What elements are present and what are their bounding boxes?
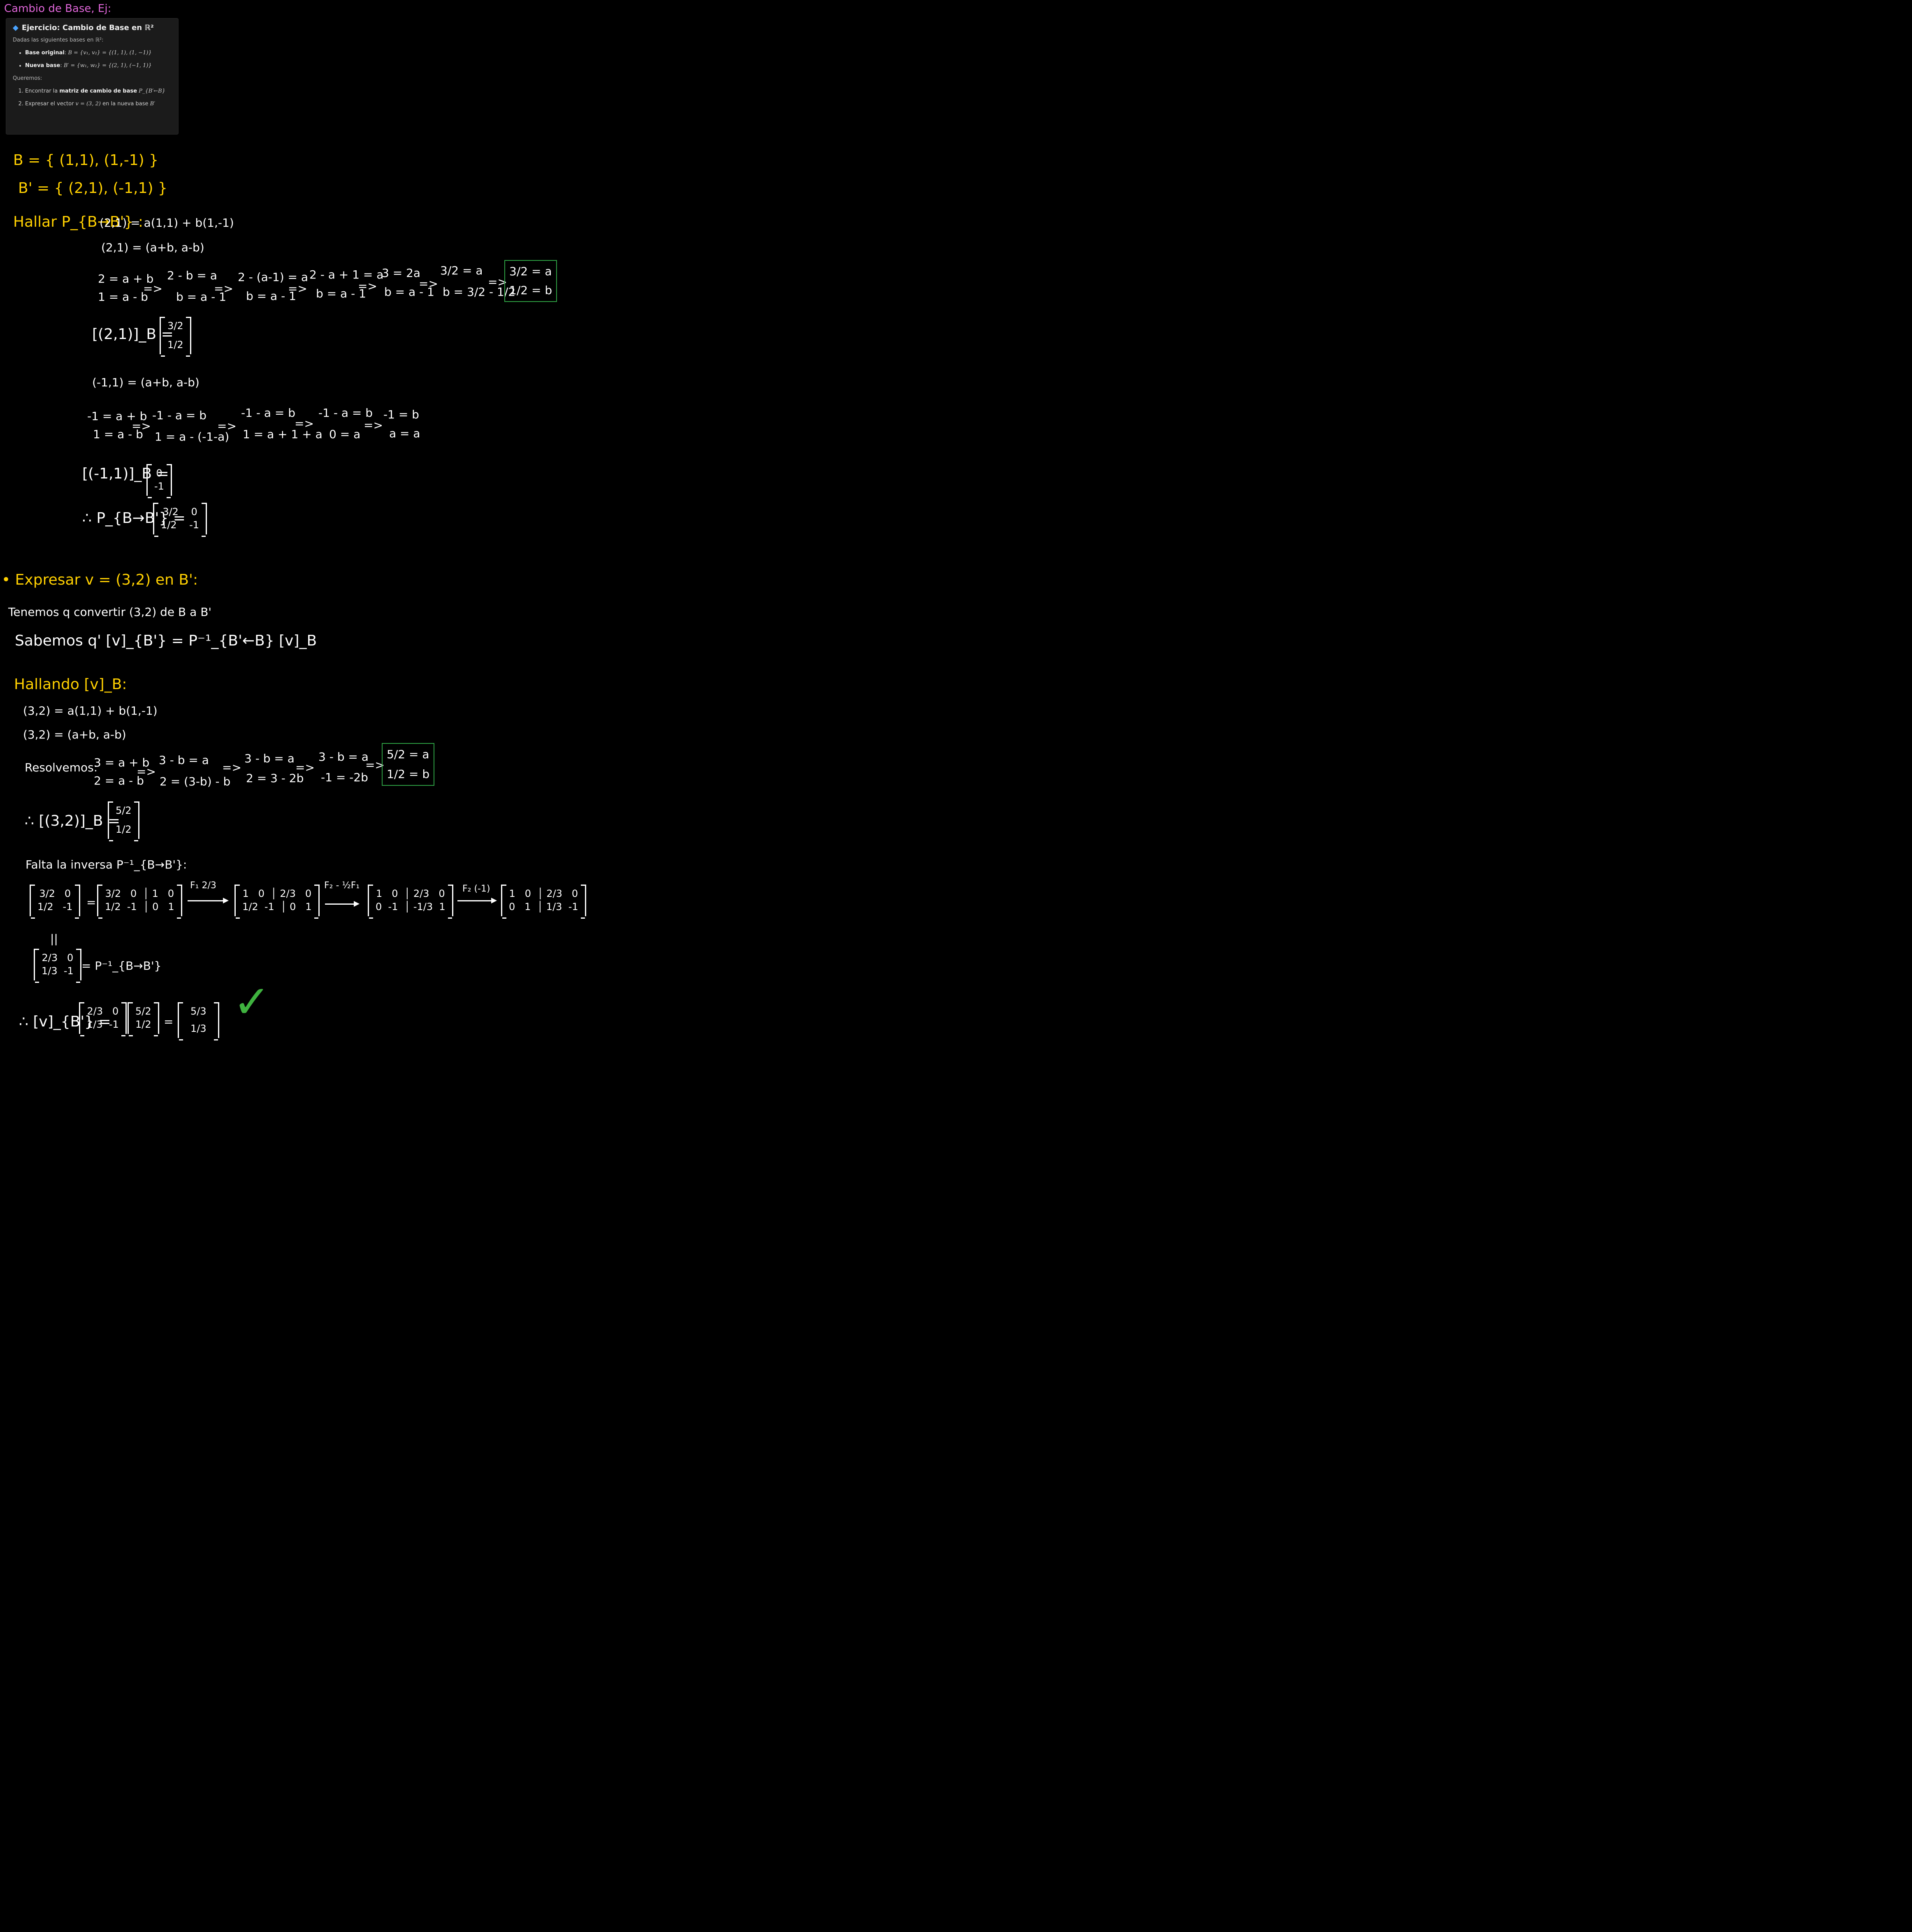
system-line: 2 - (a-1) = a xyxy=(238,270,309,284)
system-line: a = a xyxy=(389,427,420,440)
result-line: 3/2 = a xyxy=(509,265,552,278)
hallando-heading: Hallando [v]_B: xyxy=(14,676,127,693)
system-line: 2 = 3 - 2b xyxy=(246,771,304,785)
row-operation: F₂ (-1) xyxy=(462,884,490,894)
check-icon: ✓ xyxy=(233,975,271,1028)
system-line: 2 = (3-b) - b xyxy=(160,775,231,788)
augmented-matrix: 1 0 │ 2/3 0 0 -1 │ -1/3 1 xyxy=(368,885,453,919)
system-line: 1 = a - (-1-a) xyxy=(155,430,230,444)
row-operation: F₁ 2/3 xyxy=(190,880,216,891)
system-line: 1 = a - b xyxy=(98,290,148,304)
equation: (-1,1) = (a+b, a-b) xyxy=(92,376,200,389)
basis-Bprime: B' = { (2,1), (-1,1) } xyxy=(18,180,167,197)
card-title-text: Ejercicio: Cambio de Base en ℝ² xyxy=(21,23,154,32)
note-line: Tenemos q convertir (3,2) de B a B' xyxy=(8,605,212,619)
system-line: 3 - b = a xyxy=(159,753,209,767)
system-line: -1 = b xyxy=(383,408,419,421)
system-line: 2 - a + 1 = a xyxy=(309,268,384,281)
implies-arrow: => xyxy=(217,419,237,433)
equation: (3,2) = a(1,1) + b(1,-1) xyxy=(23,704,158,718)
system-line: 3 = 2a xyxy=(382,266,421,280)
diamond-icon: ◆ xyxy=(13,23,19,32)
coord-vector: 5/2 1/2 xyxy=(108,801,139,841)
system-line: -1 - a = b xyxy=(318,406,373,420)
note-line: Sabemos q' [v]_{B'} = P⁻¹_{B'←B} [v]_B xyxy=(15,632,317,649)
page-heading: Cambio de Base, Ej: xyxy=(4,2,111,15)
implies-arrow: => xyxy=(295,761,315,774)
coord-vector: 3/2 1/2 xyxy=(160,317,191,357)
implies-arrow: => xyxy=(137,765,156,778)
result-line: 5/2 = a xyxy=(387,748,429,761)
system-line: 1 = a + 1 + a xyxy=(243,427,323,441)
reduction-arrow xyxy=(188,898,229,903)
list-item: Base original: B = {v₁, v₂} = {(1, 1), (… xyxy=(25,50,172,56)
card-queremos: Queremos: xyxy=(13,75,42,81)
bases-list: Base original: B = {v₁, v₂} = {(1, 1), (… xyxy=(13,50,172,69)
final-vector: 5/2 1/2 xyxy=(128,1002,159,1036)
P-matrix: 3/2 0 1/2 -1 xyxy=(153,503,207,537)
Pinv-matrix: 2/3 0 1/3 -1 xyxy=(34,949,81,983)
system-line: 3/2 = a xyxy=(440,264,483,277)
parallel-mark: || xyxy=(50,932,58,945)
result-box: 3/2 = a 1/2 = b xyxy=(504,260,557,302)
basis-B: B = { (1,1), (1,-1) } xyxy=(13,152,159,169)
equation: (2,1) = (a+b, a-b) xyxy=(101,241,204,254)
implies-arrow: => xyxy=(132,419,151,433)
result-line: 1/2 = b xyxy=(387,767,430,781)
result-box: 5/2 = a 1/2 = b xyxy=(382,743,435,786)
system-line: 2 - b = a xyxy=(167,269,217,282)
system-line: 3 - b = a xyxy=(244,752,295,765)
Pinv-label: = P⁻¹_{B→B'} xyxy=(81,959,162,973)
coord-vector: 0 -1 xyxy=(146,464,172,498)
reduction-arrow xyxy=(325,901,360,907)
implies-arrow: => xyxy=(358,279,377,293)
implies-arrow: => xyxy=(364,418,383,432)
list-item: Expresar el vector v = (3, 2) en la nuev… xyxy=(25,101,172,107)
list-item: Nueva base: B′ = {w₁, w₂} = {(2, 1), (−1… xyxy=(25,63,172,69)
augmented-matrix: 3/2 0 │ 1 0 1/2 -1 │ 0 1 xyxy=(97,885,182,919)
implies-arrow: => xyxy=(295,417,314,430)
section-expresar: • Expresar v = (3,2) en B': xyxy=(2,571,198,588)
implies-arrow: => xyxy=(288,282,307,295)
equals-sign: = xyxy=(86,896,96,909)
card-intro: Dadas las siguientes bases en ℝ²: xyxy=(13,37,104,43)
coord-label: ∴ [(3,2)]_B = xyxy=(25,813,121,829)
falta-label: Falta la inversa P⁻¹_{B→B'}: xyxy=(26,858,187,871)
card-title: ◆ Ejercicio: Cambio de Base en ℝ² xyxy=(13,23,172,32)
equation: (3,2) = (a+b, a-b) xyxy=(23,728,126,741)
system-line: 3 - b = a xyxy=(318,750,369,764)
tasks-list: Encontrar la matriz de cambio de base P_… xyxy=(13,88,172,107)
reduction-arrow xyxy=(457,898,497,903)
implies-arrow: => xyxy=(222,761,241,774)
system-line: -1 = -2b xyxy=(321,771,368,784)
list-item: Encontrar la matriz de cambio de base P_… xyxy=(25,88,172,94)
P-matrix: 3/2 0 1/2 -1 xyxy=(30,885,81,919)
augmented-matrix: 1 0 │ 2/3 0 1/2 -1 │ 0 1 xyxy=(234,885,320,919)
equation: (2,1) = a(1,1) + b(1,-1) xyxy=(100,216,234,230)
implies-arrow: => xyxy=(143,282,162,295)
system-line: -1 - a = b xyxy=(241,406,296,420)
system-line: 0 = a xyxy=(329,427,361,441)
final-matrix: 2/3 0 1/3 -1 xyxy=(79,1002,127,1036)
system-line: -1 - a = b xyxy=(152,409,207,422)
implies-arrow: => xyxy=(419,277,438,290)
result-line: 1/2 = b xyxy=(509,283,552,297)
augmented-matrix: 1 0 │ 2/3 0 0 1 │ 1/3 -1 xyxy=(501,885,586,919)
result-vector: 5/3 1/3 xyxy=(178,1002,219,1040)
row-operation: F₂ - ½F₁ xyxy=(324,880,360,891)
exercise-card: ◆ Ejercicio: Cambio de Base en ℝ² Dadas l… xyxy=(6,18,179,135)
resolvemos-label: Resolvemos: xyxy=(25,761,98,774)
equals-sign: = xyxy=(164,1015,174,1029)
implies-arrow: => xyxy=(214,282,233,295)
